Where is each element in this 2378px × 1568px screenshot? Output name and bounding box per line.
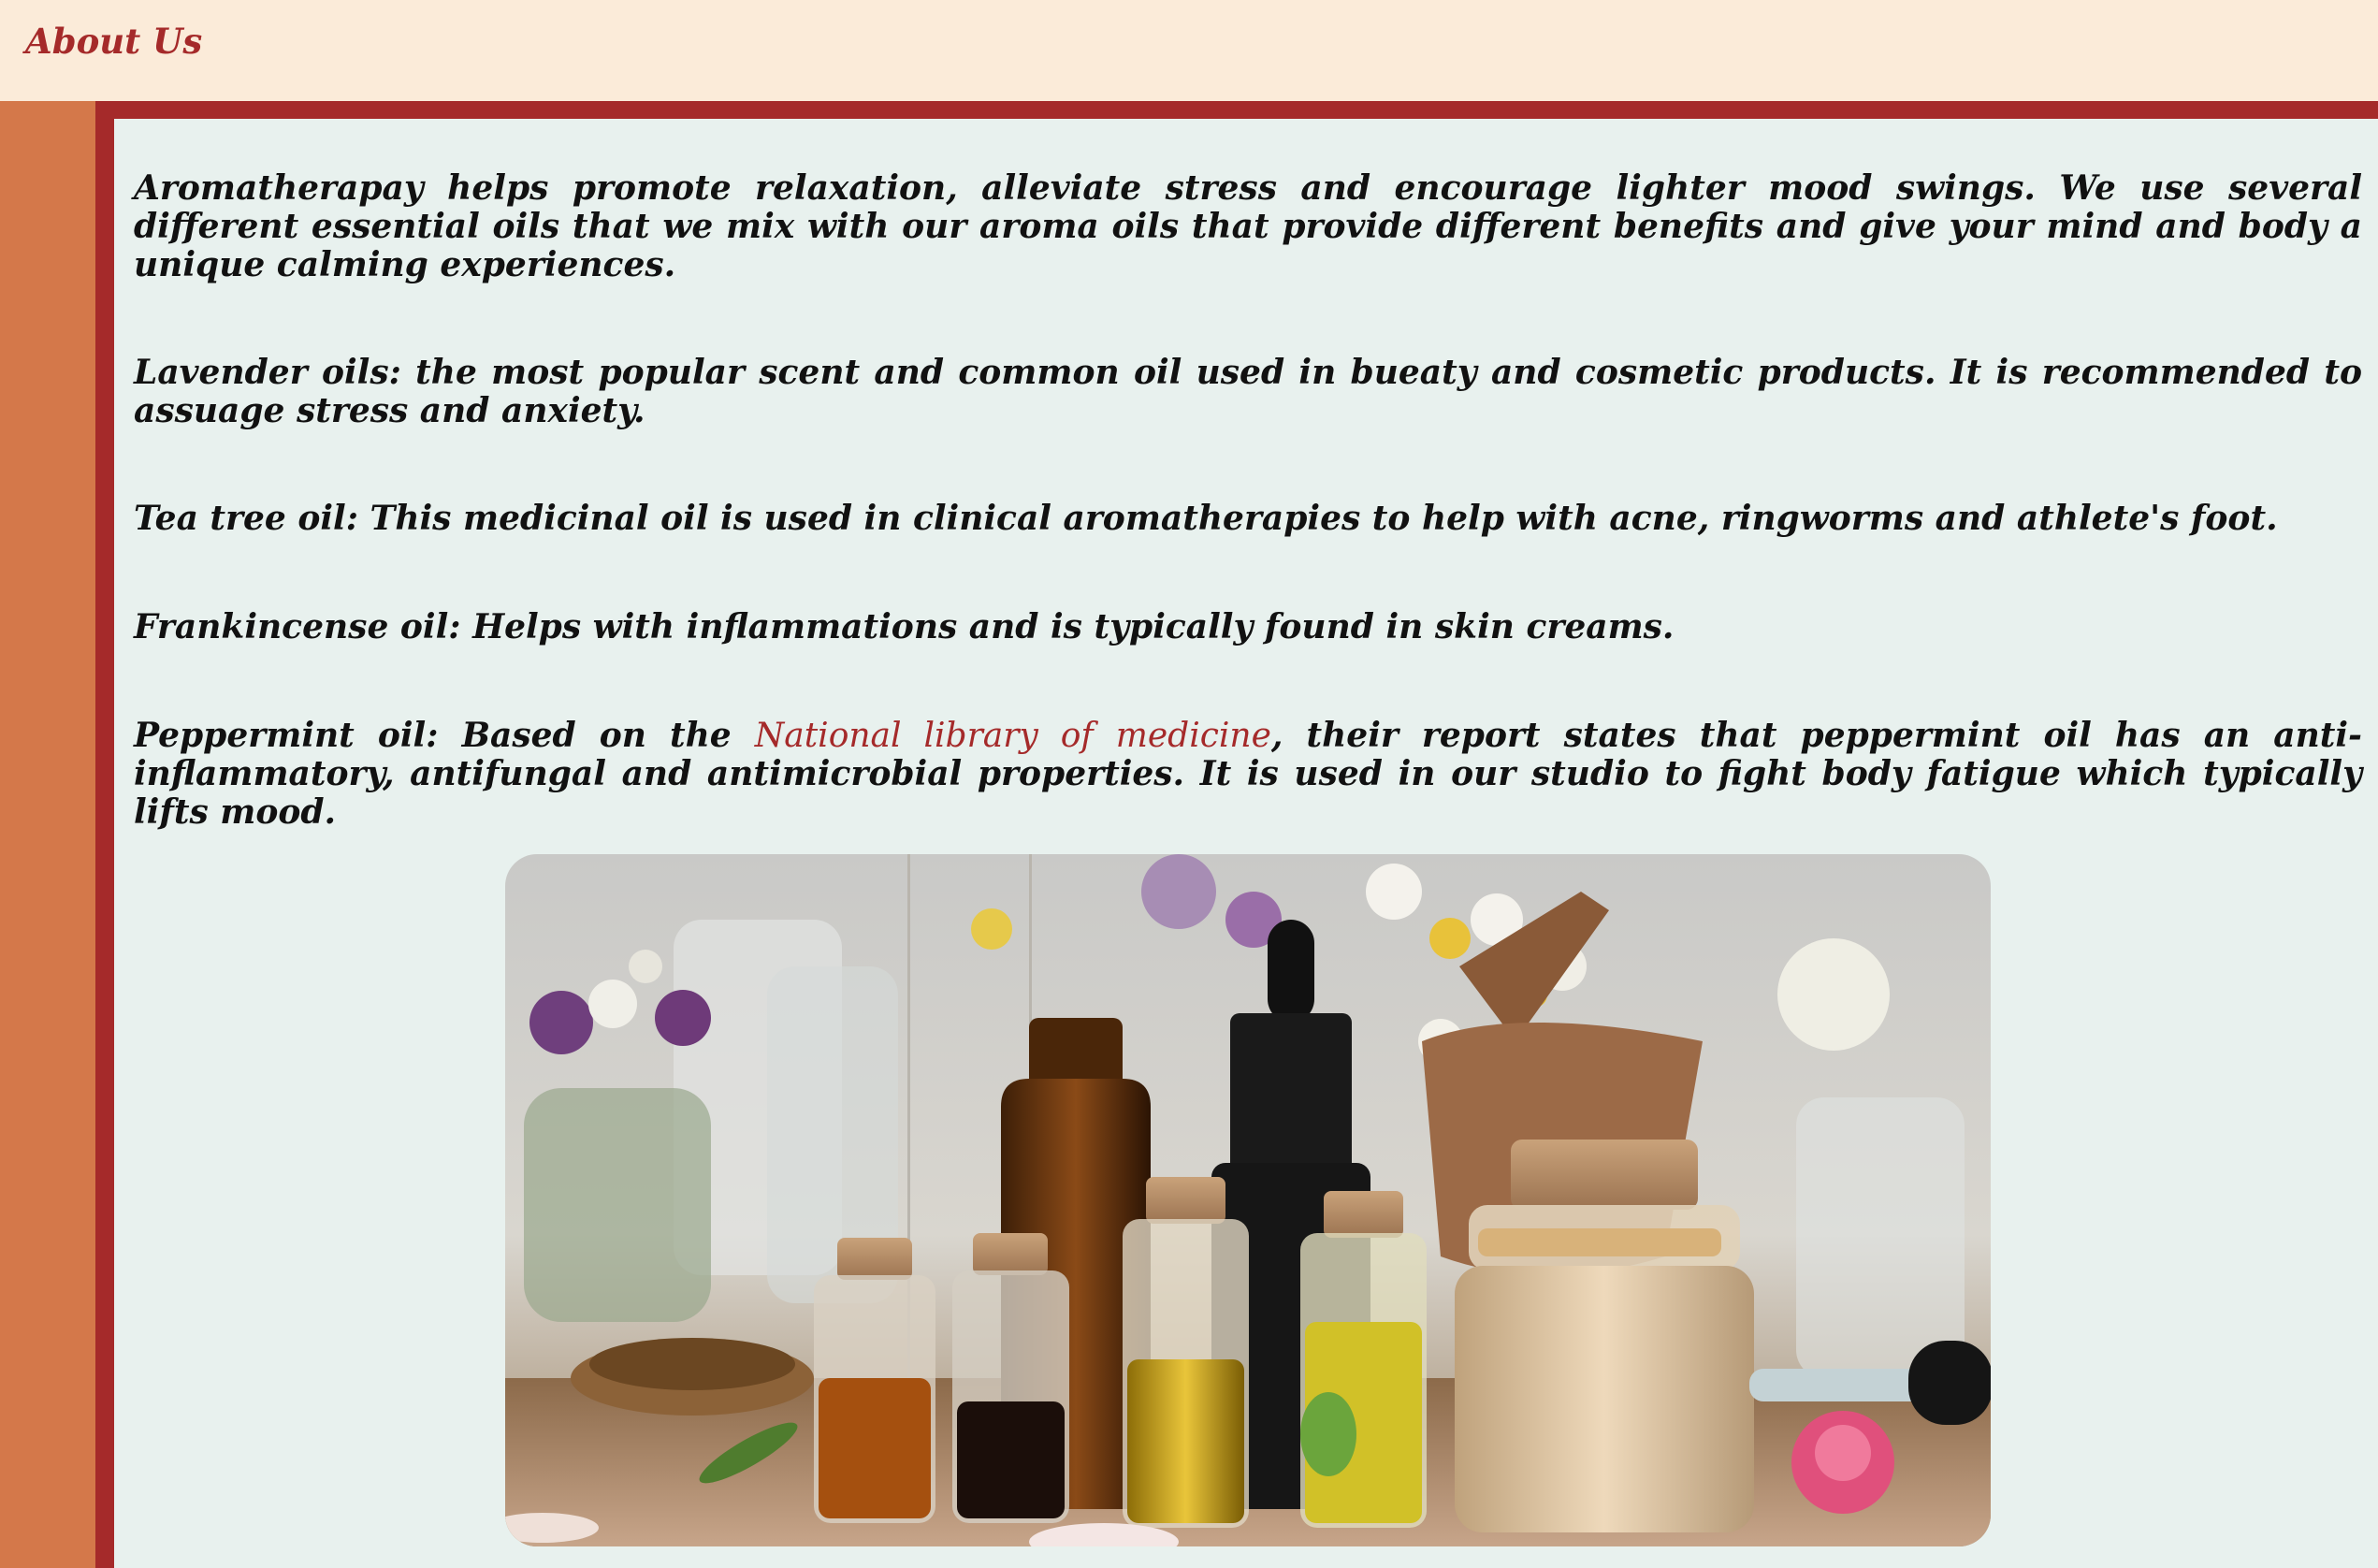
frankincense-paragraph: Frankincense oil: Helps with inflammatio…: [134, 607, 1675, 646]
photo-illustration: [505, 854, 1991, 1546]
peppermint-paragraph: Peppermint oil: Based on the National li…: [134, 717, 2362, 832]
essential-oils-photo: [505, 854, 1991, 1546]
about-text: Aromatherapay helps promote relaxation, …: [134, 169, 2362, 901]
left-sidebar: [0, 101, 95, 1568]
national-library-link[interactable]: National library of medicine: [755, 717, 1271, 755]
peppermint-text-start: Peppermint oil: Based on the: [134, 716, 755, 755]
intro-paragraph: Aromatherapay helps promote relaxation, …: [134, 168, 2362, 284]
border-horizontal: [95, 101, 2378, 119]
header-bar: About Us: [0, 0, 2378, 101]
tea-tree-paragraph: Tea tree oil: This medicinal oil is used…: [134, 499, 2278, 538]
border-vertical: [95, 101, 114, 1568]
lavender-paragraph: Lavender oils: the most popular scent an…: [134, 353, 2362, 430]
page-title: About Us: [25, 21, 203, 62]
